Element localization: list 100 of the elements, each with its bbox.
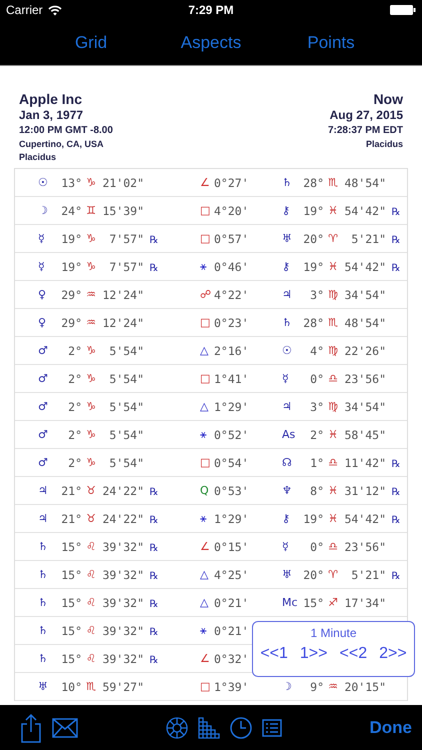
minutes-value: 54'42"	[344, 512, 387, 526]
sign-symbol: ♑	[86, 232, 96, 245]
retrograde-mark: ℞	[150, 654, 158, 666]
tab[interactable]: Points	[271, 26, 391, 58]
degree-value: 29°	[61, 316, 82, 330]
sign-symbol: ♒	[328, 680, 338, 693]
sign-symbol: ♑	[86, 428, 96, 441]
sign-symbol: ♊	[86, 204, 96, 217]
aspect-symbol: △	[200, 344, 208, 357]
degree-value: 15°	[61, 540, 82, 554]
planet-symbol: ♂	[38, 428, 48, 441]
list-icon[interactable]	[262, 718, 282, 736]
degree-value: 15°	[61, 596, 82, 610]
planet-symbol: ☉	[282, 344, 292, 357]
minutes-value: 31'12"	[344, 484, 387, 498]
sign-symbol: ♍	[328, 344, 338, 357]
degree-value: 19°	[303, 260, 324, 274]
tab[interactable]: Aspects	[151, 26, 271, 58]
planet-symbol: ♃	[38, 512, 48, 525]
aspect-symbol: ☍	[200, 288, 212, 301]
chart-place: Cupertino, CA, USA	[19, 139, 104, 149]
orb-value: 1°29'	[214, 400, 249, 414]
retrograde-mark: ℞	[150, 598, 158, 610]
planet-symbol: ⚷	[282, 204, 290, 217]
minutes-value: 20'15"	[344, 680, 387, 694]
degree-value: 3°	[310, 288, 324, 302]
planet-symbol: ♅	[282, 232, 292, 245]
step-button[interactable]: <<1	[258, 645, 290, 663]
minutes-value: 21'02"	[102, 176, 145, 190]
grid-chart-icon[interactable]	[198, 716, 220, 738]
sign-symbol: ♈	[328, 568, 338, 581]
wifi-icon	[48, 4, 62, 16]
sign-symbol: ♑	[86, 456, 96, 469]
degree-value: 13°	[61, 176, 82, 190]
degree-value: 2°	[68, 456, 82, 470]
done-button[interactable]: Done	[370, 714, 412, 742]
planet-symbol: As	[282, 428, 296, 441]
retrograde-mark: ℞	[392, 514, 400, 526]
planet-symbol: Mc	[282, 596, 298, 609]
sign-symbol: ♈	[328, 232, 338, 245]
retrograde-mark: ℞	[392, 234, 400, 246]
planet-symbol: ♄	[38, 568, 48, 581]
sign-symbol: ♏	[328, 316, 338, 329]
aspect-symbol: □	[200, 316, 210, 329]
step-label: 1 Minute	[310, 626, 357, 640]
planet-symbol: ⚷	[282, 512, 290, 525]
minutes-value: 23'56"	[344, 372, 387, 386]
sign-symbol: ♒	[86, 288, 96, 301]
sign-symbol: ♌	[86, 568, 96, 581]
orb-value: 0°32'	[214, 652, 249, 666]
minutes-value: 23'56"	[344, 540, 387, 554]
aspect-symbol: ⚹	[200, 428, 207, 441]
sign-symbol: ♒	[86, 316, 96, 329]
minutes-value: 12'24"	[102, 288, 145, 302]
sign-symbol: ♑	[86, 344, 96, 357]
aspect-symbol: □	[200, 456, 210, 469]
planet-symbol: ♄	[282, 316, 292, 329]
step-button[interactable]: <<2	[338, 645, 370, 663]
step-button[interactable]: 1>>	[298, 645, 330, 663]
chart-time: 7:28:37 PM EDT	[328, 125, 403, 136]
planet-symbol: ☿	[282, 540, 289, 553]
planet-symbol: ♄	[282, 176, 292, 189]
minutes-value: 59'27"	[102, 680, 145, 694]
planet-symbol: ♄	[38, 596, 48, 609]
aspect-symbol: △	[200, 400, 208, 413]
minutes-value: 54'42"	[344, 204, 387, 218]
degree-value: 9°	[310, 680, 324, 694]
aspect-symbol: □	[200, 204, 210, 217]
aspect-symbol: □	[200, 680, 210, 693]
aspect-symbol: □	[200, 232, 210, 245]
step-button[interactable]: 2>>	[377, 645, 409, 663]
chart-time: 12:00 PM GMT -8.00	[19, 125, 113, 136]
orb-value: 4°20'	[214, 204, 249, 218]
degree-value: 19°	[303, 204, 324, 218]
retrograde-mark: ℞	[150, 542, 158, 554]
sign-symbol: ♎	[328, 372, 338, 385]
clock-icon[interactable]	[230, 716, 252, 738]
orb-value: 1°41'	[214, 372, 249, 386]
planet-symbol: ☿	[282, 372, 289, 385]
wheel-icon[interactable]	[166, 716, 188, 738]
sign-symbol: ♏	[328, 176, 338, 189]
degree-value: 2°	[310, 428, 324, 442]
tab[interactable]: Grid	[31, 26, 151, 58]
sign-symbol: ♓	[328, 484, 338, 497]
aspect-symbol: △	[200, 568, 208, 581]
degree-value: 8°	[310, 484, 324, 498]
retrograde-mark: ℞	[392, 486, 400, 498]
degree-value: 21°	[61, 484, 82, 498]
minutes-value: 48'54"	[344, 316, 387, 330]
sign-symbol: ♌	[86, 652, 96, 665]
degree-value: 19°	[303, 512, 324, 526]
mail-icon[interactable]	[52, 718, 78, 738]
share-icon[interactable]	[20, 712, 42, 742]
orb-value: 0°52'	[214, 428, 249, 442]
sign-symbol: ♌	[86, 540, 96, 553]
sign-symbol: ♍	[328, 400, 338, 413]
sign-symbol: ♑	[86, 372, 96, 385]
retrograde-mark: ℞	[392, 262, 400, 274]
planet-symbol: ⚷	[282, 260, 290, 273]
minutes-value: 34'54"	[344, 400, 387, 414]
